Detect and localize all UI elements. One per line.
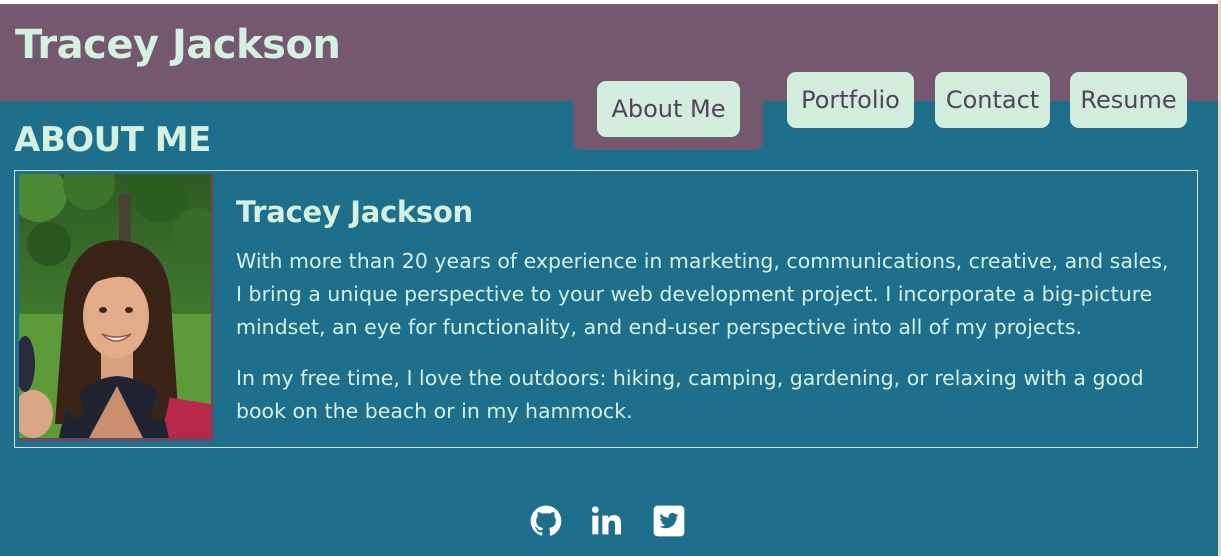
linkedin-icon[interactable] xyxy=(591,505,623,537)
card-name: Tracey Jackson xyxy=(236,195,473,229)
bio-paragraph-free-time: In my free time, I love the outdoors: hi… xyxy=(236,366,1144,423)
nav-resume[interactable]: Resume xyxy=(1070,72,1187,128)
section-heading: ABOUT ME xyxy=(14,120,211,160)
nav-about-me[interactable]: About Me xyxy=(597,81,740,137)
site-title: Tracey Jackson xyxy=(15,22,341,68)
about-card: Tracey Jackson With more than 20 years o… xyxy=(14,170,1198,448)
profile-photo-frame xyxy=(19,174,214,442)
profile-photo xyxy=(19,174,211,438)
nav-contact[interactable]: Contact xyxy=(935,72,1050,128)
page: Tracey Jackson About Me Portfolio Contac… xyxy=(0,4,1218,556)
nav-portfolio[interactable]: Portfolio xyxy=(787,72,914,128)
twitter-icon[interactable] xyxy=(653,505,685,537)
bio-paragraph-experience: With more than 20 years of experience in… xyxy=(236,249,1169,339)
github-icon[interactable] xyxy=(530,505,562,537)
